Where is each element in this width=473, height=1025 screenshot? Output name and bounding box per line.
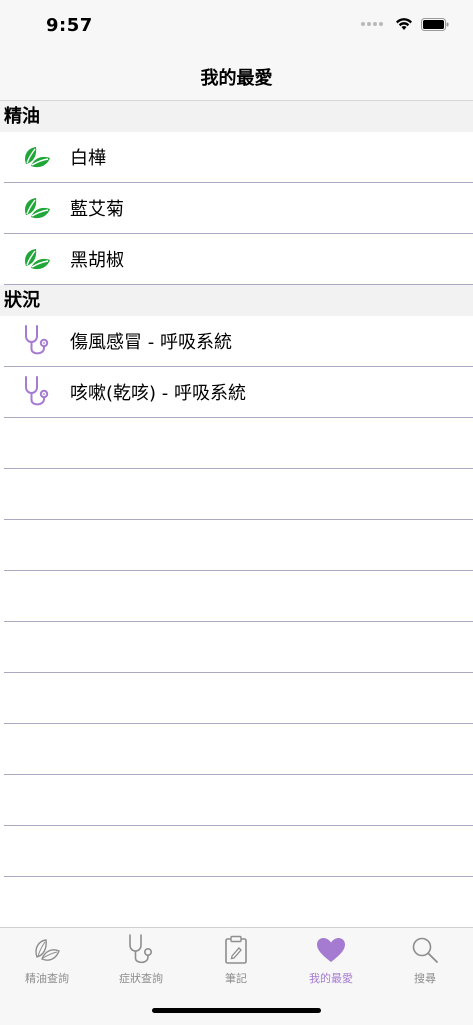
empty-row xyxy=(4,520,473,571)
tab-symptom-search[interactable]: 症狀查詢 xyxy=(94,934,188,986)
empty-row xyxy=(4,724,473,775)
empty-row xyxy=(4,571,473,622)
tab-label: 精油查詢 xyxy=(25,972,69,985)
heart-icon xyxy=(284,934,378,966)
section-header-conditions: 狀況 xyxy=(0,285,473,316)
empty-row xyxy=(4,673,473,724)
tab-notes[interactable]: 筆記 xyxy=(189,934,283,986)
section-header-oils: 精油 xyxy=(0,101,473,132)
list-item[interactable]: 藍艾菊 xyxy=(4,183,473,234)
list-item[interactable]: 黑胡椒 xyxy=(4,234,473,285)
home-indicator xyxy=(152,1008,321,1013)
signal-dots-icon xyxy=(361,22,383,26)
clipboard-icon xyxy=(189,934,283,966)
tab-favorites[interactable]: 我的最愛 xyxy=(284,934,378,986)
leaf-icon xyxy=(22,244,52,274)
empty-row xyxy=(4,622,473,673)
empty-row xyxy=(4,469,473,520)
empty-row xyxy=(4,826,473,877)
tab-label: 搜尋 xyxy=(414,972,436,985)
stethoscope-icon xyxy=(22,376,52,407)
stethoscope-icon xyxy=(22,325,52,356)
stethoscope-icon xyxy=(94,934,188,966)
tab-label: 筆記 xyxy=(225,972,247,985)
empty-row xyxy=(4,775,473,826)
list-item[interactable]: 傷風感冒 - 呼吸系統 xyxy=(4,316,473,367)
status-time: 9:57 xyxy=(46,15,93,36)
leaf-icon xyxy=(22,142,52,172)
leaf-icon xyxy=(22,193,52,223)
favorites-list: 精油 白樺 藍艾菊 黑胡椒 狀況 傷風感冒 - 呼吸系統 咳嗽(乾咳) - 呼吸… xyxy=(0,101,473,926)
navigation-bar: 我的最愛 xyxy=(0,52,473,101)
tab-oil-search[interactable]: 精油查詢 xyxy=(0,934,94,986)
wifi-icon xyxy=(396,18,412,30)
list-item-label: 黑胡椒 xyxy=(70,250,124,271)
list-item[interactable]: 白樺 xyxy=(4,132,473,183)
list-item-label: 白樺 xyxy=(70,148,106,169)
tab-label: 症狀查詢 xyxy=(119,972,163,985)
status-bar: 9:57 xyxy=(0,0,473,52)
tab-search[interactable]: 搜尋 xyxy=(378,934,472,986)
tab-label: 我的最愛 xyxy=(309,972,353,985)
search-icon xyxy=(378,934,472,966)
battery-icon xyxy=(421,17,449,31)
leaf-outline-icon xyxy=(0,934,94,966)
status-icons xyxy=(361,17,449,31)
list-item-label: 傷風感冒 - 呼吸系統 xyxy=(70,332,232,353)
page-title: 我的最愛 xyxy=(200,68,273,89)
list-item[interactable]: 咳嗽(乾咳) - 呼吸系統 xyxy=(4,367,473,418)
empty-row xyxy=(4,877,473,926)
empty-row xyxy=(4,418,473,469)
list-item-label: 藍艾菊 xyxy=(70,199,124,220)
list-item-label: 咳嗽(乾咳) - 呼吸系統 xyxy=(70,383,246,404)
